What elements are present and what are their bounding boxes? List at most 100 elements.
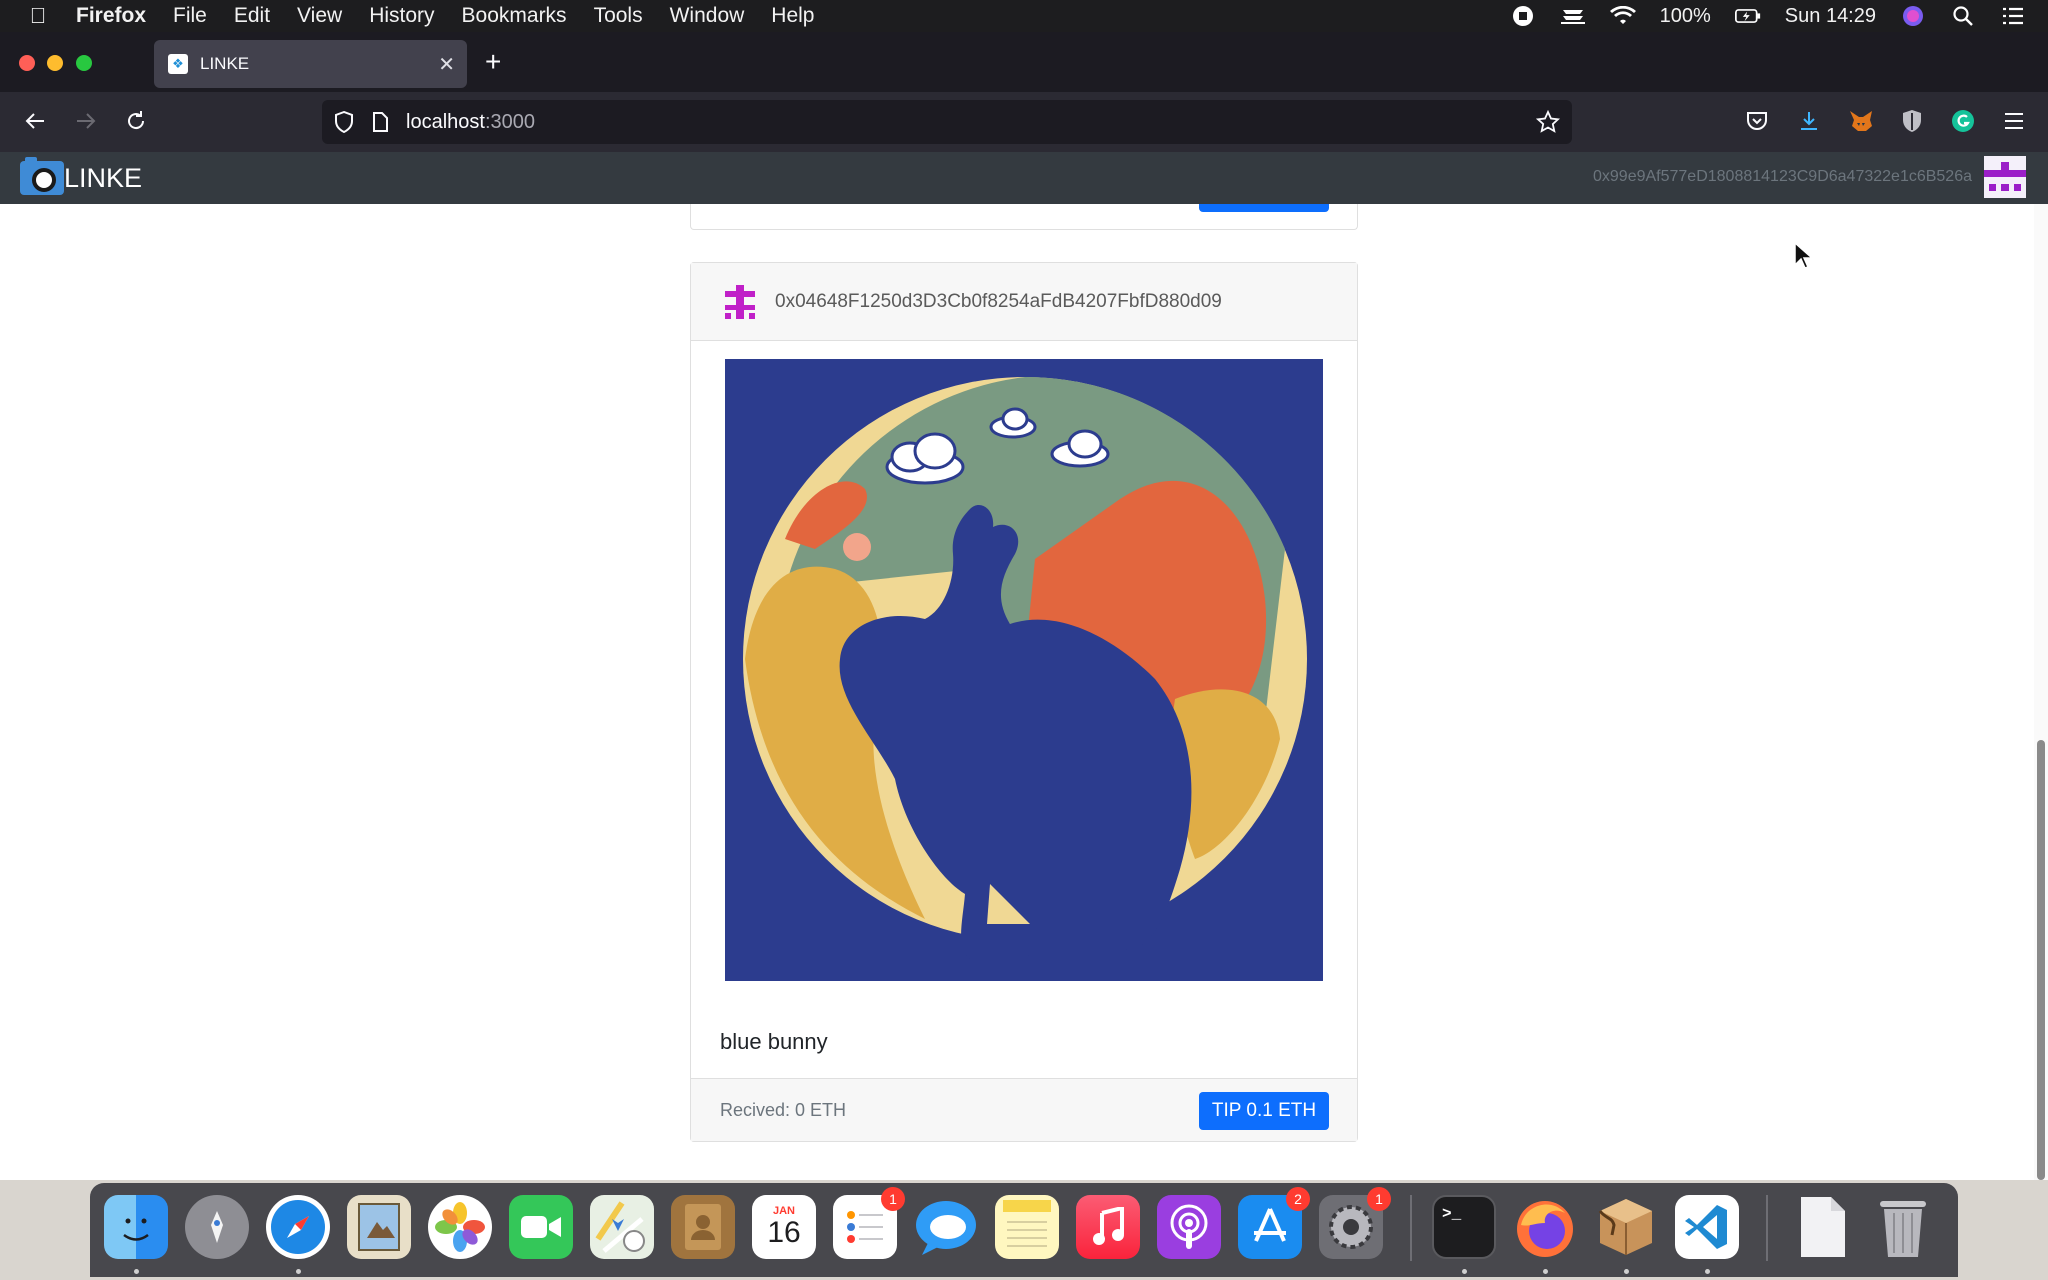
url-port: :3000: [484, 110, 535, 133]
calendar-day: 16: [767, 1216, 801, 1249]
menu-history[interactable]: History: [369, 4, 434, 28]
new-tab-icon[interactable]: +: [485, 48, 501, 76]
browser-tab-bar: ❖ LINKE ✕ +: [0, 32, 2048, 92]
notes-icon[interactable]: [995, 1195, 1059, 1259]
author-identicon-icon: [721, 282, 759, 321]
system-preferences-icon[interactable]: 1: [1319, 1187, 1391, 1259]
menu-window[interactable]: Window: [670, 4, 745, 28]
pocket-icon[interactable]: [1742, 106, 1772, 136]
back-arrow-icon[interactable]: [20, 106, 50, 136]
url-bar[interactable]: localhost:3000: [322, 100, 1572, 144]
tip-button[interactable]: TIP 0.1 ETH: [1199, 1092, 1329, 1130]
grammarly-icon[interactable]: [1948, 106, 1978, 136]
forward-arrow-icon[interactable]: [71, 106, 101, 136]
post-card-footer: Recived: 0 ETH TIP 0.1 ETH: [691, 1078, 1357, 1141]
preview-icon[interactable]: [347, 1195, 411, 1259]
vscode-running-dot: [1705, 1269, 1710, 1274]
maps-icon[interactable]: [590, 1195, 654, 1259]
previous-post-card: [690, 204, 1358, 230]
url-text[interactable]: localhost:3000: [406, 111, 535, 134]
menu-app-name[interactable]: Firefox: [76, 4, 146, 28]
downloads-icon[interactable]: [1794, 106, 1824, 136]
battery-percentage: 100%: [1659, 4, 1711, 27]
photos-icon[interactable]: [428, 1195, 492, 1259]
window-close-button[interactable]: [19, 55, 35, 71]
music-icon[interactable]: [1076, 1195, 1140, 1259]
linke-favicon-icon: ❖: [168, 54, 188, 74]
contacts-icon[interactable]: [671, 1195, 735, 1259]
dock-separator-2: [1766, 1195, 1768, 1261]
menu-bookmarks[interactable]: Bookmarks: [462, 4, 567, 28]
mouse-pointer-icon: [1794, 242, 1812, 269]
clock[interactable]: Sun 14:29: [1785, 5, 1876, 28]
post-author-address: 0x04648F1250d3D3Cb0f8254aFdB4207FbfD880d…: [775, 290, 1222, 312]
terminal-icon[interactable]: >_: [1432, 1195, 1496, 1259]
menu-help[interactable]: Help: [771, 4, 814, 28]
brand-link[interactable]: LINKE: [20, 157, 143, 195]
podcasts-icon[interactable]: [1157, 1195, 1221, 1259]
menu-view[interactable]: View: [297, 4, 342, 28]
finder-running-dot: [134, 1269, 139, 1274]
account-identicon-icon: [1984, 156, 2026, 198]
screen-record-icon[interactable]: [1510, 6, 1536, 26]
macos-dock: JAN 16 1 2 1 >_: [90, 1183, 1958, 1277]
menu-tools[interactable]: Tools: [594, 4, 643, 28]
system-preferences-badge: 1: [1367, 1187, 1391, 1211]
post-image[interactable]: [725, 359, 1323, 981]
post-card: 0x04648F1250d3D3Cb0f8254aFdB4207FbfD880d…: [690, 262, 1358, 1142]
url-host: localhost: [406, 110, 485, 133]
control-center-icon[interactable]: [2000, 6, 2026, 26]
post-caption: blue bunny: [720, 1029, 828, 1054]
vscode-icon[interactable]: [1675, 1195, 1739, 1259]
menu-file[interactable]: File: [173, 4, 207, 28]
finder-icon[interactable]: [104, 1195, 168, 1259]
apple-menu-icon[interactable]: : [0, 3, 76, 29]
calendar-icon[interactable]: JAN 16: [752, 1195, 816, 1259]
wifi-icon[interactable]: [1609, 6, 1636, 26]
tab-close-icon[interactable]: ✕: [438, 52, 455, 77]
page-scrollbar[interactable]: [2034, 204, 2048, 1180]
tracking-protection-shield-icon[interactable]: [332, 110, 356, 134]
hamburger-menu-icon[interactable]: [1999, 106, 2029, 136]
box-app-icon[interactable]: [1594, 1195, 1658, 1259]
account-address: 0x99e9Af577eD1808814123C9D6a47322e1c6B52…: [1593, 168, 1972, 185]
spotlight-search-icon[interactable]: [1950, 6, 1976, 26]
facetime-icon[interactable]: [509, 1195, 573, 1259]
page-info-icon[interactable]: [368, 110, 392, 134]
launchpad-icon[interactable]: [185, 1195, 249, 1259]
previous-tip-button[interactable]: [1199, 204, 1329, 212]
app-navbar: LINKE 0x99e9Af577eD1808814123C9D6a47322e…: [0, 152, 2048, 204]
messages-icon[interactable]: [914, 1195, 978, 1259]
dock-separator: [1410, 1195, 1412, 1261]
box-app-running-dot: [1624, 1269, 1629, 1274]
scrollbar-thumb[interactable]: [2037, 740, 2045, 1180]
terminal-running-dot: [1462, 1269, 1467, 1274]
document-stack-icon[interactable]: [1790, 1195, 1854, 1259]
metamask-fox-icon[interactable]: [1846, 106, 1876, 136]
post-card-header: 0x04648F1250d3D3Cb0f8254aFdB4207FbfD880d…: [691, 263, 1357, 341]
page-content: 0x04648F1250d3D3Cb0f8254aFdB4207FbfD880d…: [0, 204, 2048, 1180]
brand-name: LINKE: [64, 162, 143, 193]
tab-title: LINKE: [200, 54, 250, 73]
reload-icon[interactable]: [121, 106, 151, 136]
battery-charging-icon[interactable]: [1734, 6, 1761, 26]
siri-icon[interactable]: [1900, 6, 1926, 26]
firefox-running-dot: [1543, 1269, 1548, 1274]
stack-icon[interactable]: [1560, 6, 1586, 26]
camera-logo-icon: [20, 157, 64, 195]
terminal-prompt: >_: [1442, 1205, 1462, 1223]
browser-nav-toolbar: localhost:3000: [0, 92, 2048, 152]
menu-edit[interactable]: Edit: [234, 4, 270, 28]
firefox-icon[interactable]: [1513, 1195, 1577, 1259]
bookmark-star-icon[interactable]: [1536, 110, 1560, 134]
window-minimize-button[interactable]: [47, 55, 63, 71]
shield-extension-icon[interactable]: [1897, 106, 1927, 136]
status-area: 100% Sun 14:29: [1510, 0, 2048, 32]
app-store-icon[interactable]: 2: [1238, 1187, 1310, 1259]
macos-menu-bar:  Firefox File Edit View History Bookmar…: [0, 0, 2048, 32]
tab-linke[interactable]: ❖ LINKE ✕: [154, 40, 467, 88]
trash-icon[interactable]: [1871, 1195, 1935, 1259]
window-zoom-button[interactable]: [76, 55, 92, 71]
reminders-icon[interactable]: 1: [833, 1187, 905, 1259]
safari-icon[interactable]: [266, 1195, 330, 1259]
